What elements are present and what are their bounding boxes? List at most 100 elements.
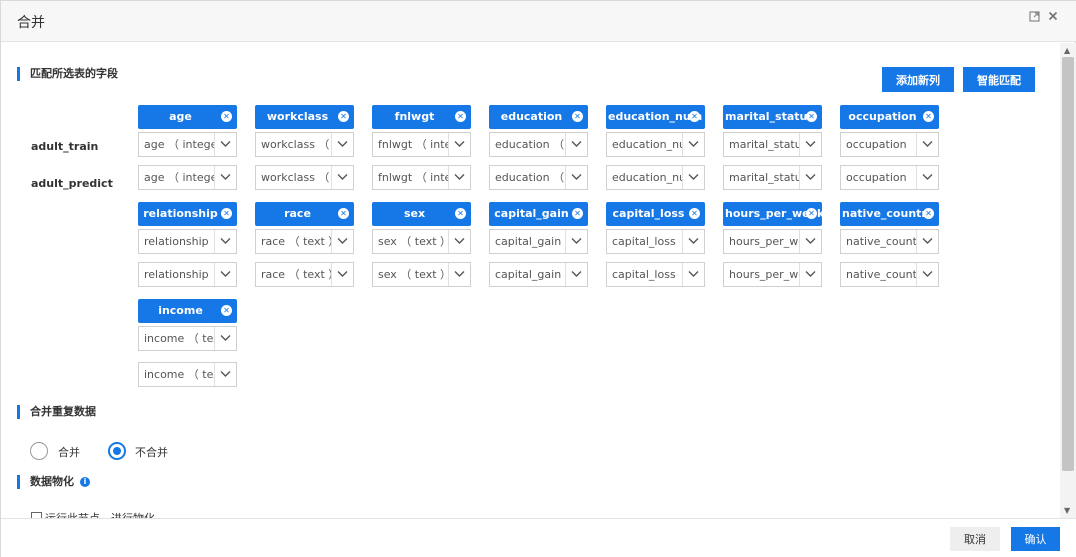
radio-merge[interactable] — [30, 442, 48, 460]
chevron-down-icon[interactable] — [916, 133, 938, 156]
chevron-down-icon[interactable] — [799, 230, 821, 253]
chevron-down-icon[interactable] — [682, 166, 704, 189]
predict-field-select[interactable]: occupation （ text ） — [840, 165, 939, 190]
close-icon[interactable] — [1048, 11, 1058, 25]
chevron-down-icon[interactable] — [214, 327, 236, 350]
chevron-down-icon[interactable] — [916, 166, 938, 189]
remove-field-icon[interactable]: ✕ — [689, 111, 700, 122]
smart-match-button[interactable]: 智能匹配 — [963, 67, 1035, 92]
remove-field-icon[interactable]: ✕ — [923, 208, 934, 219]
remove-field-icon[interactable]: ✕ — [455, 208, 466, 219]
remove-field-icon[interactable]: ✕ — [572, 208, 583, 219]
train-field-select[interactable]: occupation （ text ） — [840, 132, 939, 157]
train-field-select[interactable]: education （ text ） — [489, 132, 588, 157]
chevron-down-icon[interactable] — [916, 263, 938, 286]
chevron-down-icon[interactable] — [799, 133, 821, 156]
chevron-down-icon[interactable] — [448, 230, 470, 253]
predict-field-select[interactable]: marital_status — [723, 165, 822, 190]
materialize-checkbox-label: 运行此节点，进行物化 — [45, 510, 155, 518]
remove-field-icon[interactable]: ✕ — [572, 111, 583, 122]
chevron-down-icon[interactable] — [682, 263, 704, 286]
chevron-down-icon[interactable] — [214, 230, 236, 253]
chevron-down-icon[interactable] — [448, 263, 470, 286]
chevron-down-icon[interactable] — [916, 230, 938, 253]
scroll-down-icon[interactable]: ▼ — [1064, 506, 1070, 515]
train-field-select[interactable]: relationship （ text ） — [138, 229, 237, 254]
materialize-title-text: 数据物化 — [30, 475, 74, 488]
chevron-down-icon[interactable] — [331, 133, 353, 156]
train-field-select[interactable]: sex （ text ） — [372, 229, 471, 254]
chevron-down-icon[interactable] — [565, 133, 587, 156]
predict-field-select[interactable]: education （ text ） — [489, 165, 588, 190]
chevron-down-icon[interactable] — [331, 166, 353, 189]
train-field-select[interactable]: workclass （ text ） — [255, 132, 354, 157]
predict-field-select[interactable]: workclass （ text ） — [255, 165, 354, 190]
predict-field-select[interactable]: relationship （ text ） — [138, 262, 237, 287]
select-value: relationship （ text ） — [144, 268, 214, 281]
predict-field-select[interactable]: race （ text ） — [255, 262, 354, 287]
field-chip: workclass ✕ — [255, 105, 354, 129]
scroll-thumb[interactable] — [1062, 57, 1074, 471]
train-field-select[interactable]: race （ text ） — [255, 229, 354, 254]
maximize-icon[interactable] — [1029, 11, 1040, 26]
remove-field-icon[interactable]: ✕ — [806, 208, 817, 219]
remove-field-icon[interactable]: ✕ — [923, 111, 934, 122]
train-field-select[interactable]: income （ text ） — [138, 326, 237, 351]
train-field-select[interactable]: capital_gain （ integer ） — [489, 229, 588, 254]
chevron-down-icon[interactable] — [799, 166, 821, 189]
chevron-down-icon[interactable] — [448, 133, 470, 156]
remove-field-icon[interactable]: ✕ — [338, 208, 349, 219]
predict-field-select[interactable]: fnlwgt （ integer ） — [372, 165, 471, 190]
add-column-button[interactable]: 添加新列 — [882, 67, 954, 92]
select-value: capital_gain （ integer ） — [495, 268, 565, 281]
select-value: native_country — [846, 268, 916, 281]
chevron-down-icon[interactable] — [214, 133, 236, 156]
vertical-scrollbar[interactable]: ▲ ▼ — [1060, 43, 1076, 518]
remove-field-icon[interactable]: ✕ — [221, 305, 232, 316]
remove-field-icon[interactable]: ✕ — [689, 208, 700, 219]
predict-field-select[interactable]: education_num — [606, 165, 705, 190]
remove-field-icon[interactable]: ✕ — [221, 111, 232, 122]
train-field-select[interactable]: fnlwgt （ integer ） — [372, 132, 471, 157]
radio-no-merge[interactable] — [108, 442, 126, 460]
train-field-select[interactable]: capital_loss （ integer ） — [606, 229, 705, 254]
chevron-down-icon[interactable] — [331, 230, 353, 253]
confirm-button[interactable]: 确认 — [1011, 527, 1060, 551]
chevron-down-icon[interactable] — [682, 133, 704, 156]
select-value: workclass （ text ） — [261, 171, 331, 184]
predict-field-select[interactable]: native_country — [840, 262, 939, 287]
section-title-fields: 匹配所选表的字段 — [17, 67, 118, 81]
train-field-select[interactable]: age （ integer ） — [138, 132, 237, 157]
chevron-down-icon[interactable] — [331, 263, 353, 286]
dialog-titlebar: 合并 — [1, 1, 1076, 42]
select-value: relationship （ text ） — [144, 235, 214, 248]
remove-field-icon[interactable]: ✕ — [338, 111, 349, 122]
chevron-down-icon[interactable] — [214, 263, 236, 286]
select-value: workclass （ text ） — [261, 138, 331, 151]
chevron-down-icon[interactable] — [214, 166, 236, 189]
chevron-down-icon[interactable] — [565, 166, 587, 189]
predict-field-select[interactable]: income （ text ） — [138, 362, 237, 387]
chevron-down-icon[interactable] — [448, 166, 470, 189]
cancel-button[interactable]: 取消 — [950, 527, 1000, 551]
chevron-down-icon[interactable] — [565, 263, 587, 286]
predict-field-select[interactable]: capital_loss （ integer ） — [606, 262, 705, 287]
predict-field-select[interactable]: sex （ text ） — [372, 262, 471, 287]
predict-field-select[interactable]: hours_per_week — [723, 262, 822, 287]
chevron-down-icon[interactable] — [682, 230, 704, 253]
remove-field-icon[interactable]: ✕ — [806, 111, 817, 122]
predict-field-select[interactable]: capital_gain （ integer ） — [489, 262, 588, 287]
chevron-down-icon[interactable] — [799, 263, 821, 286]
chevron-down-icon[interactable] — [565, 230, 587, 253]
info-icon[interactable]: i — [80, 477, 90, 487]
chevron-down-icon[interactable] — [214, 363, 236, 386]
scroll-up-icon[interactable]: ▲ — [1064, 46, 1070, 55]
remove-field-icon[interactable]: ✕ — [455, 111, 466, 122]
train-field-select[interactable]: hours_per_week — [723, 229, 822, 254]
select-value: hours_per_week — [729, 268, 799, 281]
predict-field-select[interactable]: age （ integer ） — [138, 165, 237, 190]
train-field-select[interactable]: native_country — [840, 229, 939, 254]
train-field-select[interactable]: education_num — [606, 132, 705, 157]
train-field-select[interactable]: marital_status — [723, 132, 822, 157]
remove-field-icon[interactable]: ✕ — [221, 208, 232, 219]
